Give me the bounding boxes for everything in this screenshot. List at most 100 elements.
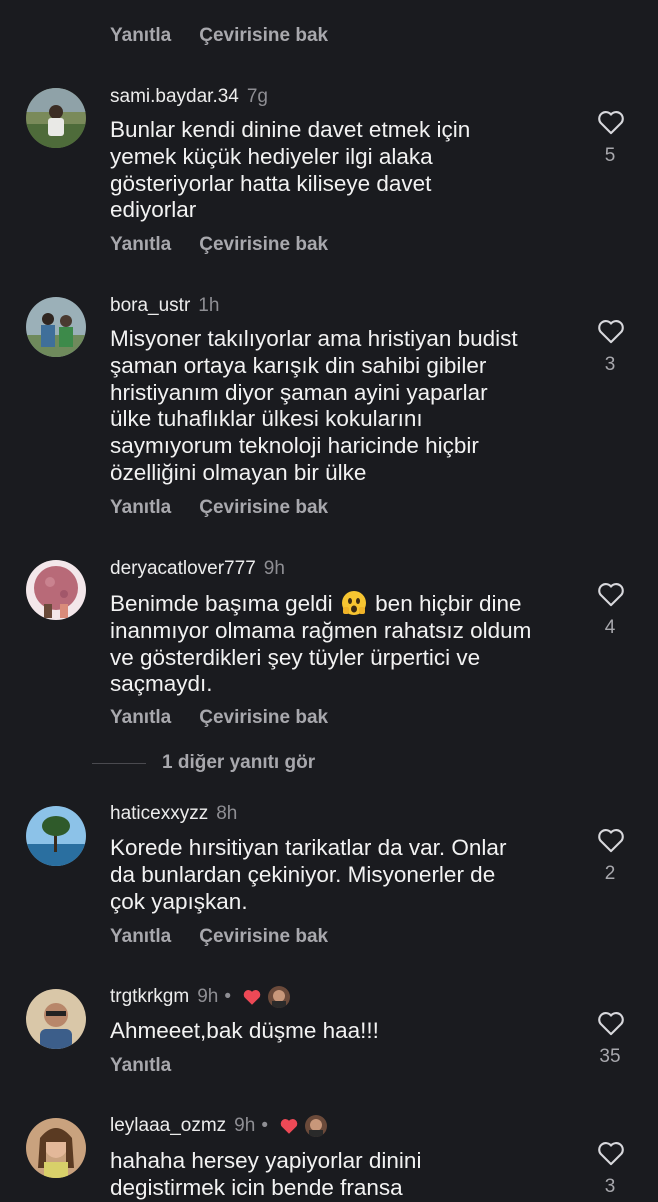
creator-liked-heart [279,1117,299,1135]
comment-line: Korede hırsitiyan tarikatlar da var. Onl… [110,835,507,860]
comment-line: ediyorlar [110,197,197,223]
translate-button[interactable]: Çevirisine bak [199,926,328,947]
heart-outline-icon [598,111,624,135]
comment-line: Bunlar kendi dinine davet etmek için [110,117,471,142]
timestamp: 8h [216,803,238,824]
creator-avatar [305,1115,328,1137]
previous-comment-actions: Yanıtla Çevirisine bak [110,25,328,47]
username[interactable]: deryacatlover777 [110,558,256,579]
like-count: 3 [604,1176,616,1197]
like-count: 2 [604,863,616,884]
comment-header: bora_ustr 1h [110,295,219,317]
divider-line [92,763,146,764]
like-count: 35 [599,1046,621,1067]
like-button[interactable] [596,827,626,853]
comment-actions: Yanıtla Çevirisine bak [110,707,328,729]
timestamp: 9h [263,558,285,579]
reply-button[interactable]: Yanıtla [110,497,171,518]
avatar[interactable] [26,1118,86,1178]
comment-header: leylaaa_ozmz 9h • [110,1115,328,1137]
avatar-image [26,560,86,620]
comment-text: Misyoner takılıyorlar ama hristiyan budi… [110,326,580,487]
comment-line: hahaha hersey yapiyorlar dinini [110,1148,422,1173]
comment-line: saymıyorum teknoloji haricinde hiçbir [110,433,479,459]
comment-line: yemek küçük hediyeler ilgi alaka [110,143,433,169]
comment-text: Bunlar kendi dinine davet etmek için yem… [110,117,580,224]
like-count: 3 [604,354,616,375]
comment-header: deryacatlover777 9h [110,558,285,580]
avatar[interactable] [26,88,86,148]
avatar-image [26,297,86,357]
like-count: 4 [604,617,616,638]
comment-header: haticexxyzz 8h [110,803,237,825]
username[interactable]: leylaaa_ozmz [110,1115,226,1136]
heart-filled-icon [281,1119,298,1134]
comment-text: Korede hırsitiyan tarikatlar da var. Onl… [110,835,580,915]
comment-line: gösteriyorlar hatta kiliseye davet [110,170,432,196]
translate-button[interactable]: Çevirisine bak [199,497,328,518]
heart-outline-icon [598,1142,624,1166]
creator-avatar [268,986,291,1008]
avatar-image [26,989,86,1049]
comment-actions: Yanıtla Çevirisine bak [110,926,328,948]
comment-actions: Yanıtla [110,1055,171,1077]
reply-button[interactable]: Yanıtla [110,25,171,46]
timestamp: 9h [234,1115,256,1137]
translate-button[interactable]: Çevirisine bak [199,707,328,728]
comment-text: hahaha hersey yapiyorlar dinini degistir… [110,1148,580,1202]
comment-header: sami.baydar.34 7g [110,86,268,108]
username[interactable]: trgtkrkgm [110,986,189,1007]
comment-line: ülke tuhaflıklar ülkesi kokularını [110,406,423,432]
avatar[interactable] [26,989,86,1049]
heart-outline-icon [598,583,624,607]
avatar[interactable] [26,806,86,866]
comment-line: Ahmeeet,bak düşme haa!!! [110,1018,379,1043]
translate-button[interactable]: Çevirisine bak [199,25,328,46]
comment-line: şaman ortaya karışık din sahibi gibiler [110,352,487,378]
heart-outline-icon [598,320,624,344]
like-button[interactable] [596,1010,626,1036]
reply-button[interactable]: Yanıtla [110,707,171,728]
comment-line-text: ben hiçbir dine [375,591,522,616]
comment-line: hristiyanım diyor şaman ayini yaparlar [110,379,488,405]
view-more-replies-label[interactable]: 1 diğer yanıtı gör [162,752,315,774]
avatar-image [26,1118,86,1178]
comment-line: çok yapışkan. [110,888,248,914]
comment-text: Benimde başıma geldi ben hiçbir dine ina… [110,590,580,698]
comment-line: Benimde başıma geldi ben hiçbir dine [110,590,580,618]
like-button[interactable] [596,1140,626,1166]
timestamp: 1h [198,295,220,316]
creator-avatar-image [305,1115,328,1137]
creator-liked-heart [242,988,262,1006]
like-button[interactable] [596,109,626,135]
comment-line: inanmıyor olmama rağmen rahatsız oldum [110,617,532,643]
reply-button[interactable]: Yanıtla [110,926,171,947]
like-button[interactable] [596,581,626,607]
comment-line: degistirmek icin bende fransa [110,1174,403,1200]
like-count: 5 [604,145,616,166]
username[interactable]: haticexxyzz [110,803,208,824]
username[interactable]: sami.baydar.34 [110,86,239,107]
comment-header: trgtkrkgm 9h • [110,986,291,1008]
timestamp: 7g [246,86,268,107]
heart-outline-icon [598,829,624,853]
timestamp: 9h [197,986,219,1008]
scared-face-emoji-icon [341,591,366,615]
reply-button[interactable]: Yanıtla [110,234,171,255]
avatar-image [26,88,86,148]
heart-filled-icon [244,990,261,1005]
comment-actions: Yanıtla Çevirisine bak [110,234,328,256]
comment-line-text: Benimde başıma geldi [110,591,333,616]
avatar[interactable] [26,297,86,357]
translate-button[interactable]: Çevirisine bak [199,234,328,255]
heart-outline-icon [598,1012,624,1036]
comment-line: saçmaydı. [110,671,213,697]
like-button[interactable] [596,318,626,344]
avatar[interactable] [26,560,86,620]
comment-line: ve gösterdikleri şey tüyler ürpertici ve [110,644,481,670]
view-more-replies[interactable]: 1 diğer yanıtı gör [0,752,658,776]
username[interactable]: bora_ustr [110,295,190,316]
comment-actions: Yanıtla Çevirisine bak [110,497,328,519]
reply-button[interactable]: Yanıtla [110,1055,171,1076]
creator-avatar-image [268,986,291,1008]
